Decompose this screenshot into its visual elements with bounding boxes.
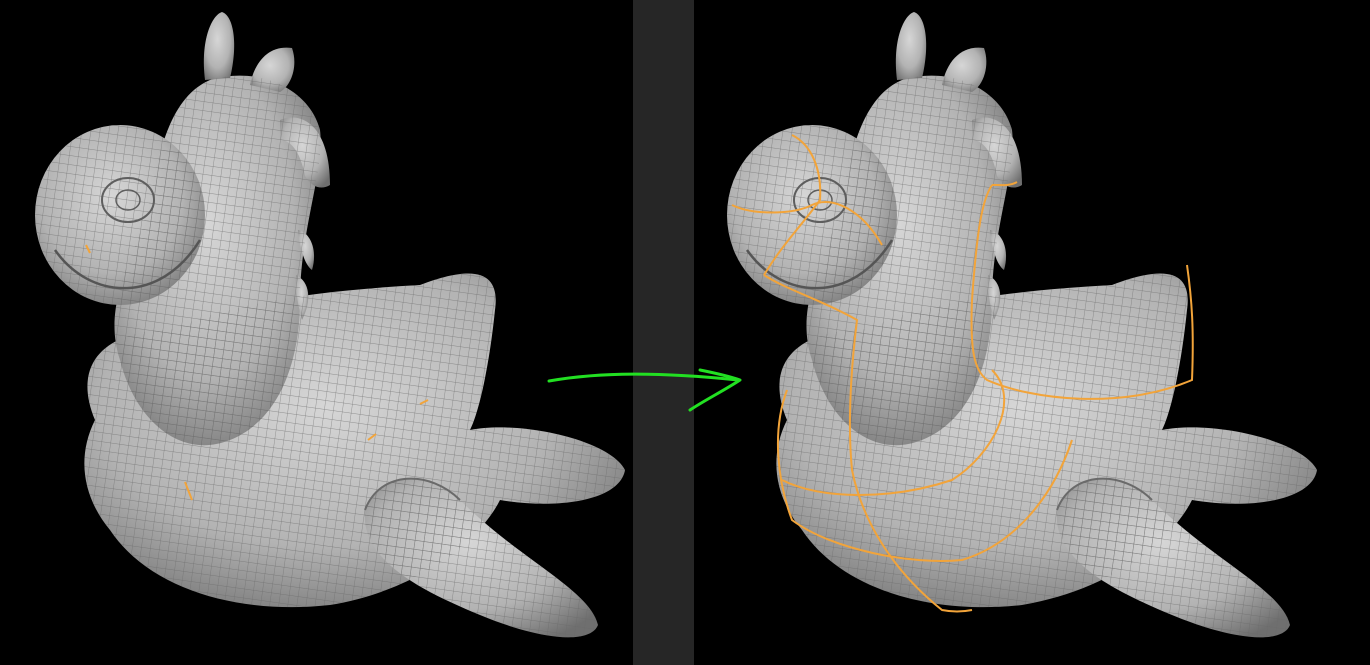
dragon-mesh xyxy=(35,12,626,638)
view-divider xyxy=(633,0,694,665)
dragon-mesh-seamed xyxy=(727,12,1317,638)
model-after xyxy=(727,12,1317,638)
model-before xyxy=(35,12,626,638)
viewport-after[interactable] xyxy=(694,0,1370,665)
comparison-root xyxy=(0,0,1370,665)
viewport-before[interactable] xyxy=(0,0,633,665)
